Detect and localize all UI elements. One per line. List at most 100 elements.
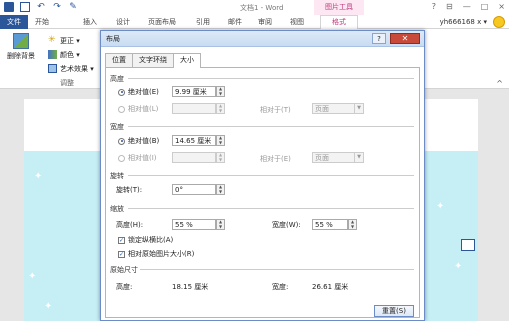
rotate-section-title: 旋转 [110, 172, 124, 180]
artistic-effects-label: 艺术效果 ▾ [60, 64, 94, 73]
dialog-title: 布局 [106, 35, 120, 43]
redo-icon[interactable]: ↷ [52, 2, 62, 12]
lock-aspect-checkbox[interactable]: ✓ [118, 236, 125, 244]
star-decoration: ✦ [34, 171, 43, 182]
tab-text-wrapping[interactable]: 文字环绕 [132, 53, 174, 67]
undo-icon[interactable]: ↶ [36, 2, 46, 12]
height-section-title: 高度 [110, 75, 124, 83]
height-absolute-label: 绝对值(E) [128, 88, 159, 96]
scale-section-title: 缩放 [110, 205, 124, 213]
width-relative-input: ▲ ▼ [172, 152, 225, 163]
size-tab-panel: 高度 绝对值(E) 9.99 厘米 ▲ ▼ 相对值(L) ▲ ▼ 相对于(T) 页面… [105, 67, 420, 318]
section-divider [128, 175, 414, 176]
width-relative-option[interactable]: 相对值(I) [118, 153, 157, 163]
star-decoration: ✦ [454, 261, 463, 272]
spin-arrows-icon[interactable]: ▲ ▼ [216, 135, 225, 146]
quick-access-toolbar: ↶ ↷ ✎ [4, 2, 78, 12]
tab-format[interactable]: 格式 [320, 15, 358, 29]
spin-arrows-icon[interactable]: ▲ ▼ [216, 219, 225, 230]
height-relative-to-value: 页面 [315, 105, 329, 113]
chevron-down-icon: ▼ [354, 153, 363, 162]
dialog-help-button[interactable]: ? [372, 33, 386, 44]
spin-arrows-icon[interactable]: ▲ ▼ [216, 184, 225, 195]
height-relative-radio[interactable] [118, 105, 125, 113]
rotate-input[interactable]: 0° ▲ ▼ [172, 184, 225, 195]
title-bar: ↶ ↷ ✎ 文档1 - Word 图片工具 ? ⊟ — □ × [0, 0, 509, 15]
adjust-group-label: 调整 [60, 79, 74, 87]
user-account[interactable]: yh666168 x ▾ [440, 18, 487, 26]
dialog-tabs: 位置 文字环绕 大小 [105, 53, 201, 68]
tab-insert[interactable]: 插入 [83, 17, 97, 27]
original-height-label: 高度: [116, 283, 133, 291]
width-absolute-radio[interactable] [118, 137, 125, 145]
collapse-ribbon-icon[interactable]: ^ [496, 79, 503, 88]
remove-background-button[interactable]: 删除背景 [4, 33, 38, 61]
corrections-button[interactable]: ✳ 更正 ▾ [48, 35, 80, 46]
reset-button[interactable]: 重置(S) [374, 305, 414, 317]
width-section-title: 宽度 [110, 123, 124, 131]
tab-home[interactable]: 开始 [35, 17, 49, 27]
touch-mode-icon[interactable]: ✎ [68, 2, 78, 12]
relative-original-label: 相对原始图片大小(R) [128, 250, 195, 258]
star-decoration: ✦ [28, 271, 37, 282]
width-relative-to-value: 页面 [315, 154, 329, 162]
width-relative-to-label: 相对于(E) [260, 155, 291, 163]
maximize-icon[interactable]: □ [481, 2, 489, 11]
height-absolute-value: 9.99 厘米 [175, 87, 207, 96]
layout-options-icon[interactable] [461, 239, 475, 251]
width-absolute-label: 绝对值(B) [128, 137, 160, 145]
spin-arrows-icon[interactable]: ▲ ▼ [348, 219, 357, 230]
tab-references[interactable]: 引用 [196, 17, 210, 27]
tab-design[interactable]: 设计 [116, 17, 130, 27]
scale-height-input[interactable]: 55 % ▲ ▼ [172, 219, 225, 230]
ribbon-display-icon[interactable]: ⊟ [446, 2, 453, 11]
width-absolute-option[interactable]: 绝对值(B) [118, 136, 159, 146]
height-absolute-input[interactable]: 9.99 厘米 ▲ ▼ [172, 86, 225, 97]
save-icon[interactable] [20, 2, 30, 12]
lock-aspect-option[interactable]: ✓ 锁定纵横比(A) [118, 235, 173, 245]
tab-position[interactable]: 位置 [105, 53, 133, 67]
tab-size[interactable]: 大小 [173, 53, 201, 68]
star-decoration: ✦ [436, 201, 445, 212]
spin-arrows-icon[interactable]: ▲ ▼ [216, 86, 225, 97]
spin-arrows-icon: ▲ ▼ [216, 103, 225, 114]
document-title: 文档1 - Word [240, 4, 284, 12]
feedback-smiley-icon[interactable] [493, 16, 505, 28]
tab-review[interactable]: 审阅 [258, 17, 272, 27]
width-absolute-input[interactable]: 14.65 厘米 ▲ ▼ [172, 135, 225, 146]
close-icon[interactable]: × [498, 2, 505, 11]
layout-dialog: 布局 ? ✕ 位置 文字环绕 大小 高度 绝对值(E) 9.99 厘米 ▲ ▼ 相… [100, 30, 425, 321]
lock-aspect-label: 锁定纵横比(A) [128, 236, 174, 244]
original-size-section-title: 原始尺寸 [110, 266, 138, 274]
height-absolute-radio[interactable] [118, 88, 125, 96]
section-divider [128, 78, 414, 79]
color-label: 颜色 ▾ [60, 50, 80, 59]
height-relative-to-select: 页面 ▼ [312, 103, 364, 114]
width-relative-label: 相对值(I) [128, 154, 157, 162]
height-absolute-option[interactable]: 绝对值(E) [118, 87, 159, 97]
width-relative-radio[interactable] [118, 154, 125, 162]
minimize-icon[interactable]: — [463, 2, 471, 11]
relative-original-option[interactable]: ✓ 相对原始图片大小(R) [118, 249, 194, 259]
tab-page-layout[interactable]: 页面布局 [148, 17, 176, 27]
width-relative-to-select: 页面 ▼ [312, 152, 364, 163]
tab-file[interactable]: 文件 [0, 15, 28, 29]
corrections-icon: ✳ [48, 35, 56, 45]
tab-view[interactable]: 视图 [290, 17, 304, 27]
spin-arrows-icon: ▲ ▼ [216, 152, 225, 163]
rotate-value: 0° [175, 185, 183, 194]
tab-mailings[interactable]: 邮件 [228, 17, 242, 27]
artistic-effects-button[interactable]: 艺术效果 ▾ [48, 63, 94, 74]
ribbon-tabs: 文件 开始 插入 设计 页面布局 引用 邮件 审阅 视图 格式 yh666168… [0, 15, 509, 29]
scale-width-label: 宽度(W): [272, 221, 301, 229]
section-divider [128, 208, 414, 209]
scale-height-label: 高度(H): [116, 221, 144, 229]
original-width-label: 宽度: [272, 283, 289, 291]
help-icon[interactable]: ? [432, 2, 436, 11]
scale-height-value: 55 % [175, 220, 193, 229]
height-relative-option[interactable]: 相对值(L) [118, 104, 158, 114]
dialog-close-button[interactable]: ✕ [390, 33, 420, 44]
scale-width-input[interactable]: 55 % ▲ ▼ [312, 219, 357, 230]
relative-original-checkbox[interactable]: ✓ [118, 250, 125, 258]
color-button[interactable]: 颜色 ▾ [48, 49, 80, 60]
